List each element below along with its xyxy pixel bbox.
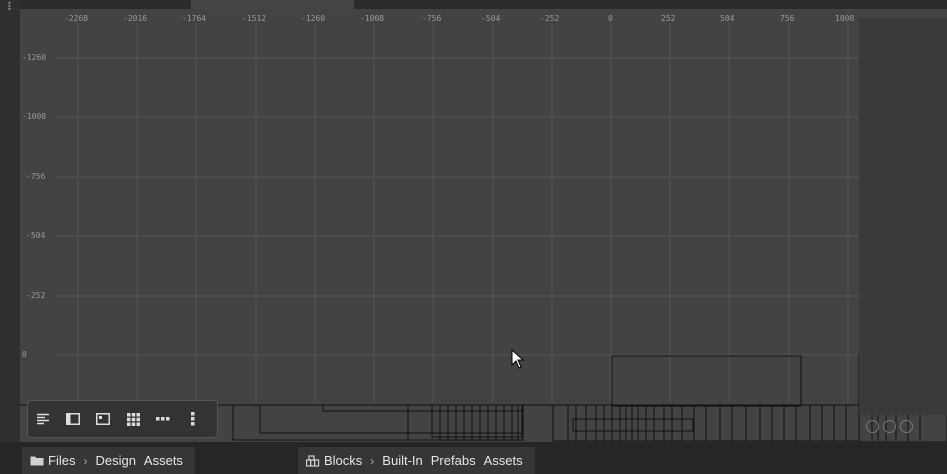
ruler-tick-x: -2268 [64, 14, 89, 23]
ruler-tick-y: -504 [26, 231, 46, 240]
image-panel-button[interactable] [88, 404, 118, 434]
frame-rect [611, 355, 802, 407]
breadcrumb-item-files[interactable]: Files [48, 453, 75, 468]
more-horizontal-icon [156, 417, 170, 421]
zoom-out-icon[interactable] [866, 420, 879, 433]
breadcrumb-item-design[interactable]: Design [95, 453, 135, 468]
active-tab[interactable] [191, 0, 354, 9]
grid-icon [126, 412, 140, 426]
breadcrumb-item-assets[interactable]: Assets [484, 453, 523, 468]
breadcrumb-blocks: Blocks › Built-In Prefabs Assets [298, 447, 535, 474]
ruler-tick-x: -504 [481, 14, 501, 23]
canvas-grid [20, 23, 947, 442]
mouse-cursor-icon [511, 349, 525, 369]
ruler-tick-x: 1008 [835, 14, 855, 23]
zoom-in-icon[interactable] [900, 420, 913, 433]
ruler-tick-x: 504 [720, 14, 735, 23]
canvas-side-region [859, 18, 947, 415]
grid-view-button[interactable] [118, 404, 148, 434]
more-horizontal-button[interactable] [148, 404, 178, 434]
breadcrumb-files: Files › Design Assets [22, 447, 195, 474]
horizontal-ruler: -2268 -2016 -1764 -1512 -1260 -1008 -756… [20, 9, 859, 23]
breadcrumb-item-assets[interactable]: Assets [144, 453, 183, 468]
design-canvas[interactable]: -2268 -2016 -1764 -1512 -1260 -1008 -756… [20, 9, 947, 442]
more-vertical-button[interactable] [178, 404, 208, 434]
ruler-tick-x: -1008 [360, 14, 385, 23]
ruler-tick-x: 756 [780, 14, 795, 23]
zoom-reset-icon[interactable] [883, 420, 896, 433]
drag-handle-icon[interactable]: • • • [7, 0, 12, 14]
chevron-right-icon: › [83, 453, 88, 468]
breadcrumb-item-prefabs[interactable]: Prefabs [431, 453, 476, 468]
more-vertical-icon [191, 412, 195, 426]
ruler-tick-x: -2016 [123, 14, 148, 23]
ruler-tick-x: -1260 [301, 14, 326, 23]
left-panel-strip: • • • [0, 0, 21, 474]
ruler-tick-x: 252 [661, 14, 676, 23]
folder-icon [30, 456, 44, 466]
canvas-nav-controls [866, 420, 913, 433]
ruler-tick-y: -1008 [22, 112, 47, 121]
blocks-icon [306, 454, 320, 467]
sidebar-panel-button[interactable] [58, 404, 88, 434]
breadcrumb-item-blocks[interactable]: Blocks [324, 453, 362, 468]
chevron-right-icon: › [370, 453, 375, 468]
ruler-tick-y: 0 [22, 350, 27, 359]
ruler-tick-x: -252 [540, 14, 560, 23]
breadcrumb-item-built-in[interactable]: Built-In [382, 453, 422, 468]
vertical-ruler: -1260 -1008 -756 -504 -252 0 [20, 9, 56, 442]
ruler-tick-y: -252 [26, 291, 46, 300]
ruler-tick-x: -1764 [182, 14, 207, 23]
ruler-tick-x: 0 [608, 14, 613, 23]
align-left-button[interactable] [28, 404, 58, 434]
sidebar-panel-icon [66, 413, 80, 425]
floating-toolbar [27, 400, 218, 438]
ruler-tick-x: -756 [422, 14, 442, 23]
image-panel-icon [96, 413, 110, 425]
align-left-icon [37, 413, 49, 425]
ruler-tick-x: -1512 [242, 14, 267, 23]
ruler-tick-y: -1260 [22, 53, 47, 62]
top-tab-bar [20, 0, 947, 9]
ruler-tick-y: -756 [26, 172, 46, 181]
